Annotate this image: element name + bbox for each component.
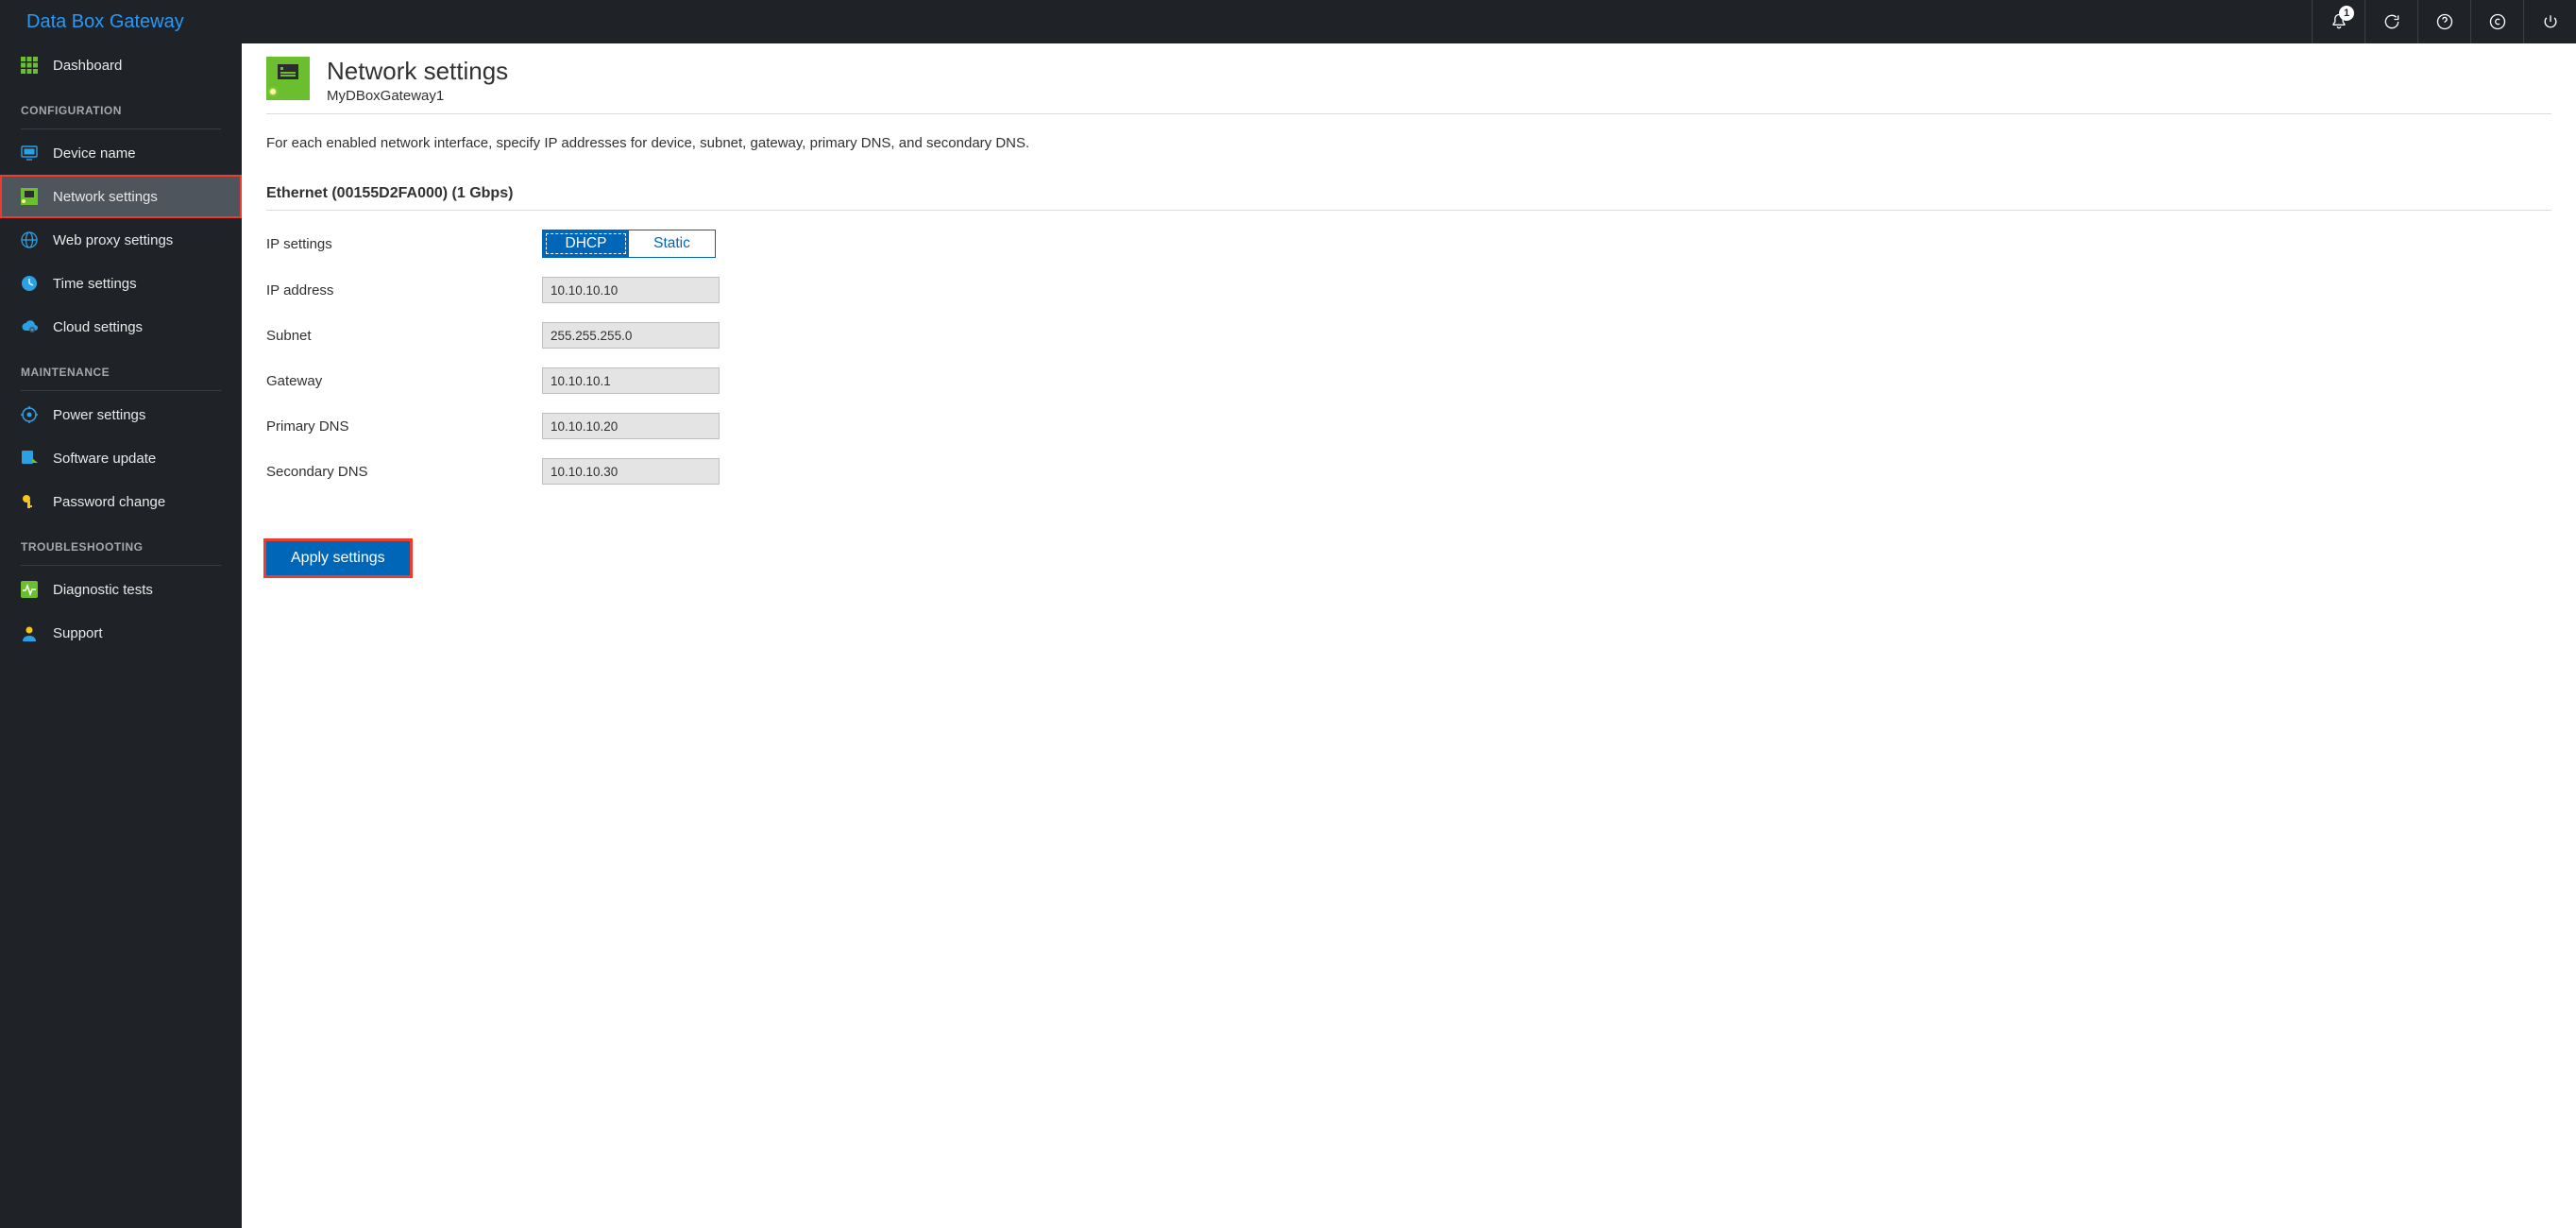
help-button[interactable] bbox=[2417, 0, 2470, 43]
apply-settings-button[interactable]: Apply settings bbox=[266, 541, 410, 575]
sidebar-item-power-settings[interactable]: Power settings bbox=[0, 393, 242, 436]
heartbeat-icon bbox=[21, 581, 38, 598]
sidebar-item-label: Software update bbox=[53, 451, 156, 467]
label-ip-address: IP address bbox=[266, 282, 542, 298]
input-ip-address[interactable] bbox=[542, 277, 720, 303]
sidebar-section-maintenance: MAINTENANCE bbox=[0, 349, 242, 386]
topbar: Data Box Gateway 1 bbox=[0, 0, 2576, 43]
copyright-button[interactable] bbox=[2470, 0, 2523, 43]
refresh-icon bbox=[2382, 12, 2401, 31]
gear-icon bbox=[21, 406, 38, 423]
label-gateway: Gateway bbox=[266, 373, 542, 389]
sidebar-item-software-update[interactable]: Software update bbox=[0, 436, 242, 480]
sidebar-item-network-settings[interactable]: Network settings bbox=[0, 175, 242, 218]
divider bbox=[21, 390, 221, 391]
label-subnet: Subnet bbox=[266, 328, 542, 344]
page-header: Network settings MyDBoxGateway1 bbox=[266, 57, 2551, 114]
sidebar-item-label: Network settings bbox=[53, 189, 158, 205]
power-button[interactable] bbox=[2523, 0, 2576, 43]
monitor-icon bbox=[21, 145, 38, 162]
ip-settings-toggle: DHCP Static bbox=[542, 230, 716, 258]
globe-icon bbox=[21, 231, 38, 248]
sidebar-item-device-name[interactable]: Device name bbox=[0, 131, 242, 175]
row-gateway: Gateway bbox=[266, 367, 2551, 394]
refresh-button[interactable] bbox=[2364, 0, 2417, 43]
copyright-icon bbox=[2488, 12, 2507, 31]
label-secondary-dns: Secondary DNS bbox=[266, 464, 542, 480]
sidebar-item-label: Power settings bbox=[53, 407, 145, 423]
sidebar-item-diagnostic-tests[interactable]: Diagnostic tests bbox=[0, 568, 242, 611]
sidebar-section-configuration: CONFIGURATION bbox=[0, 87, 242, 125]
page-title: Network settings bbox=[327, 57, 508, 86]
clock-icon bbox=[21, 275, 38, 292]
sidebar-item-label: Support bbox=[53, 625, 103, 641]
help-icon bbox=[2435, 12, 2454, 31]
update-icon bbox=[21, 450, 38, 467]
grid-icon bbox=[21, 57, 38, 74]
brand-title: Data Box Gateway bbox=[0, 11, 184, 33]
input-primary-dns[interactable] bbox=[542, 413, 720, 439]
sidebar-item-password-change[interactable]: Password change bbox=[0, 480, 242, 523]
toggle-static[interactable]: Static bbox=[629, 230, 715, 257]
sidebar-item-support[interactable]: Support bbox=[0, 611, 242, 655]
sidebar-item-time-settings[interactable]: Time settings bbox=[0, 262, 242, 305]
row-ip-settings: IP settings DHCP Static bbox=[266, 230, 2551, 258]
row-subnet: Subnet bbox=[266, 322, 2551, 349]
sidebar-item-label: Diagnostic tests bbox=[53, 582, 153, 598]
sidebar-item-label: Time settings bbox=[53, 276, 137, 292]
page-subtitle: MyDBoxGateway1 bbox=[327, 88, 508, 104]
sidebar-item-label: Password change bbox=[53, 494, 165, 510]
top-actions: 1 bbox=[2312, 0, 2576, 43]
notifications-button[interactable]: 1 bbox=[2312, 0, 2364, 43]
notification-badge: 1 bbox=[2339, 6, 2354, 21]
sidebar-item-label: Cloud settings bbox=[53, 319, 143, 335]
sidebar-item-label: Web proxy settings bbox=[53, 232, 173, 248]
input-secondary-dns[interactable] bbox=[542, 458, 720, 485]
power-icon bbox=[2541, 12, 2560, 31]
label-ip-settings: IP settings bbox=[266, 236, 542, 252]
toggle-dhcp[interactable]: DHCP bbox=[543, 230, 629, 257]
server-icon bbox=[21, 188, 38, 205]
sidebar-item-label: Device name bbox=[53, 145, 136, 162]
sidebar-item-web-proxy[interactable]: Web proxy settings bbox=[0, 218, 242, 262]
section-heading: Ethernet (00155D2FA000) (1 Gbps) bbox=[266, 185, 2551, 211]
cloud-gear-icon bbox=[21, 318, 38, 335]
row-secondary-dns: Secondary DNS bbox=[266, 458, 2551, 485]
support-icon bbox=[21, 624, 38, 641]
main-content: Network settings MyDBoxGateway1 For each… bbox=[242, 43, 2576, 1228]
label-primary-dns: Primary DNS bbox=[266, 418, 542, 435]
sidebar-item-cloud-settings[interactable]: Cloud settings bbox=[0, 305, 242, 349]
sidebar-item-dashboard[interactable]: Dashboard bbox=[0, 43, 242, 87]
page-intro: For each enabled network interface, spec… bbox=[266, 135, 2551, 151]
sidebar: Dashboard CONFIGURATION Device name Netw… bbox=[0, 43, 242, 1228]
sidebar-section-troubleshooting: TROUBLESHOOTING bbox=[0, 523, 242, 561]
input-subnet[interactable] bbox=[542, 322, 720, 349]
key-icon bbox=[21, 493, 38, 510]
network-settings-page-icon bbox=[266, 57, 310, 100]
input-gateway[interactable] bbox=[542, 367, 720, 394]
row-ip-address: IP address bbox=[266, 277, 2551, 303]
divider bbox=[21, 565, 221, 566]
divider bbox=[21, 128, 221, 129]
row-primary-dns: Primary DNS bbox=[266, 413, 2551, 439]
sidebar-item-label: Dashboard bbox=[53, 58, 122, 74]
